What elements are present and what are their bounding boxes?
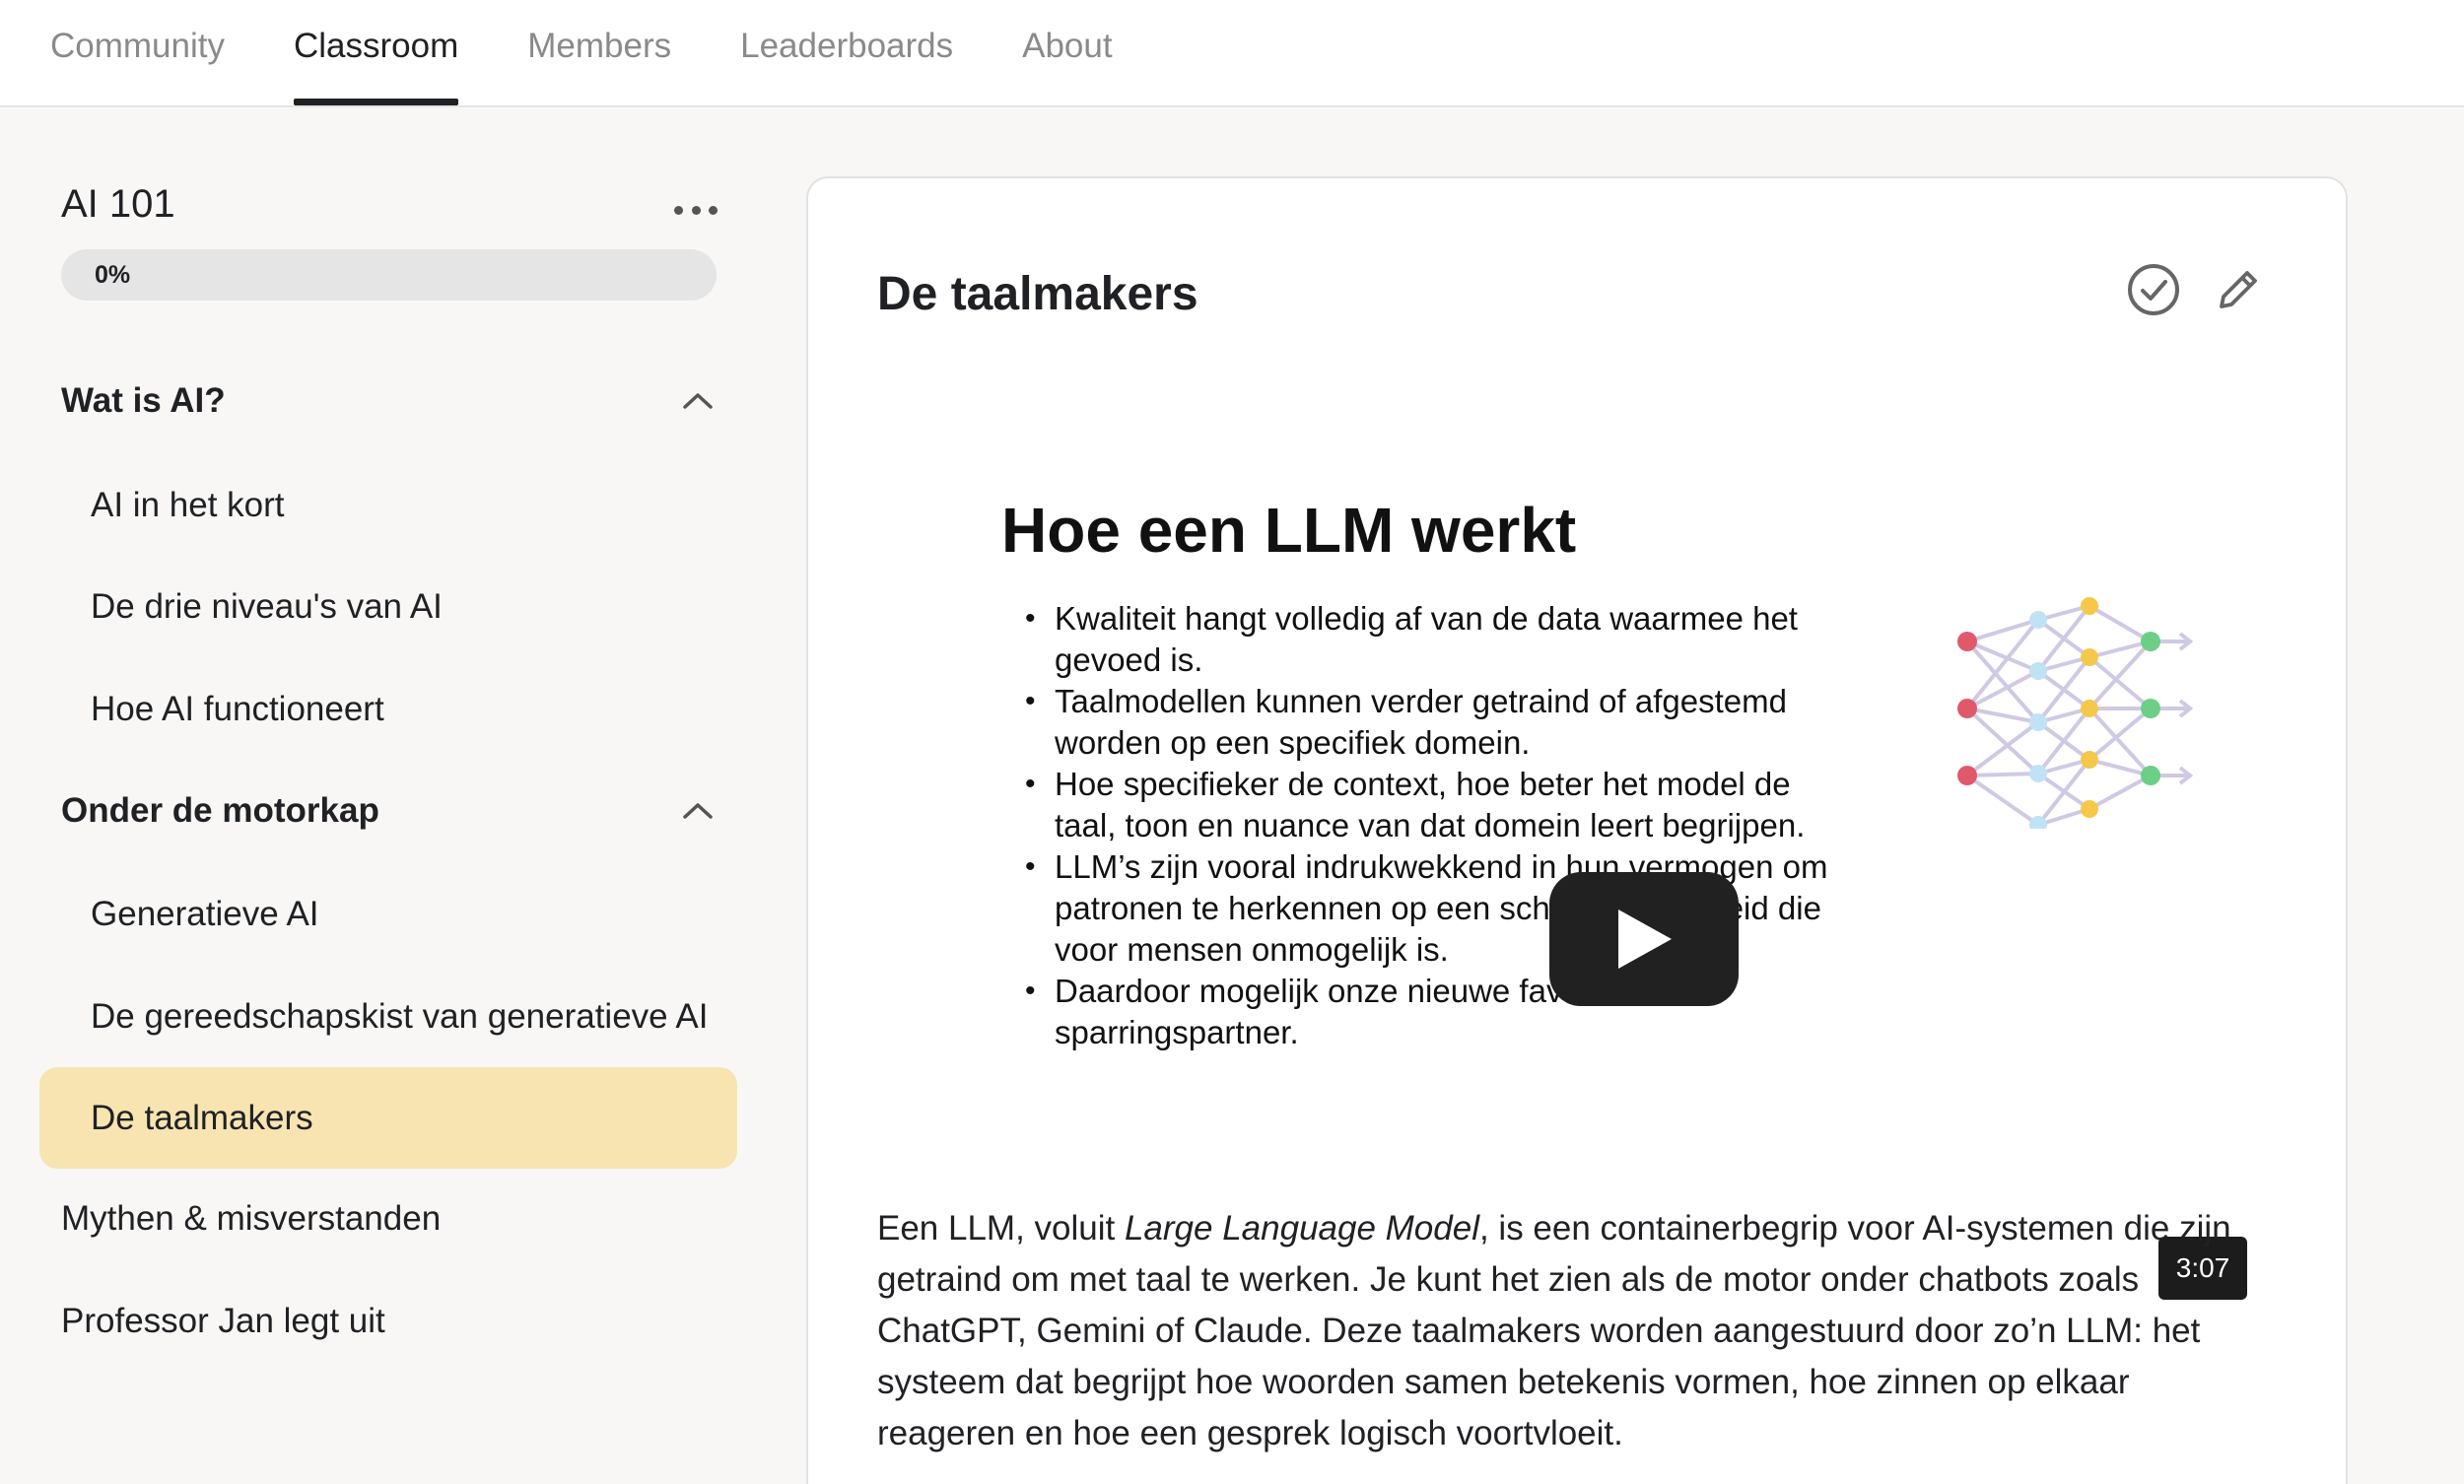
section-onder-de-motorkap[interactable]: Onder de motorkap	[61, 781, 717, 841]
lesson-body-text: Een LLM, voluit Large Language Model, is…	[877, 1203, 2277, 1459]
play-button[interactable]	[1549, 872, 1739, 1006]
body-text-emphasis: Large Language Model	[1124, 1209, 1479, 1248]
course-progress-bar: 0%	[61, 249, 717, 301]
sidebar-item-professor-jan[interactable]: Professor Jan legt uit	[61, 1292, 385, 1351]
tab-members[interactable]: Members	[527, 0, 671, 105]
progress-label: 0%	[95, 261, 131, 289]
lesson-generatieve-ai[interactable]: Generatieve AI	[39, 863, 737, 965]
lesson-de-taalmakers[interactable]: De taalmakers	[39, 1067, 737, 1169]
course-title: AI 101	[61, 182, 175, 226]
course-sidebar: AI 101 0% Wat is AI? AI in het kort De d…	[0, 107, 769, 1484]
pencil-icon[interactable]	[2212, 263, 2265, 316]
tab-community[interactable]: Community	[50, 0, 225, 105]
section-wat-is-ai[interactable]: Wat is AI?	[61, 371, 717, 431]
lesson-de-drie-niveaus[interactable]: De drie niveau's van AI	[39, 556, 737, 657]
sidebar-item-mythen[interactable]: Mythen & misverstanden	[61, 1189, 441, 1248]
check-circle-icon[interactable]	[2125, 261, 2182, 318]
neural-network-icon	[1957, 597, 2194, 829]
slide-bullet: Kwaliteit hangt volledig af van de data …	[1025, 598, 1853, 681]
body-text-part: Een LLM, voluit	[877, 1209, 1125, 1248]
slide-title: Hoe een LLM werkt	[1001, 495, 1577, 566]
lesson-hoe-ai-functioneert[interactable]: Hoe AI functioneert	[39, 658, 737, 760]
lesson-title: De taalmakers	[877, 268, 1198, 320]
play-icon	[1618, 910, 1672, 969]
lesson-card: De taalmakers Hoe een LLM werkt Kwalitei…	[806, 176, 2348, 1484]
chevron-up-icon	[683, 393, 713, 409]
slide-bullet: Hoe specifieker de context, hoe beter he…	[1025, 764, 1853, 846]
tab-classroom[interactable]: Classroom	[293, 0, 459, 105]
lesson-gereedschapskist[interactable]: De gereedschapskist van generatieve AI	[39, 966, 737, 1067]
section-title: Wat is AI?	[61, 381, 226, 420]
tab-leaderboards[interactable]: Leaderboards	[740, 0, 953, 105]
lesson-ai-in-het-kort[interactable]: AI in het kort	[39, 454, 737, 556]
more-horizontal-icon[interactable]	[674, 198, 718, 222]
top-navigation: Community Classroom Members Leaderboards…	[0, 0, 2464, 107]
slide-bullet: Taalmodellen kunnen verder getraind of a…	[1025, 681, 1853, 764]
video-player[interactable]: Hoe een LLM werkt Kwaliteit hangt volled…	[877, 494, 2306, 1321]
tab-about[interactable]: About	[1022, 0, 1112, 105]
section-title: Onder de motorkap	[61, 791, 379, 830]
chevron-up-icon	[683, 803, 713, 819]
